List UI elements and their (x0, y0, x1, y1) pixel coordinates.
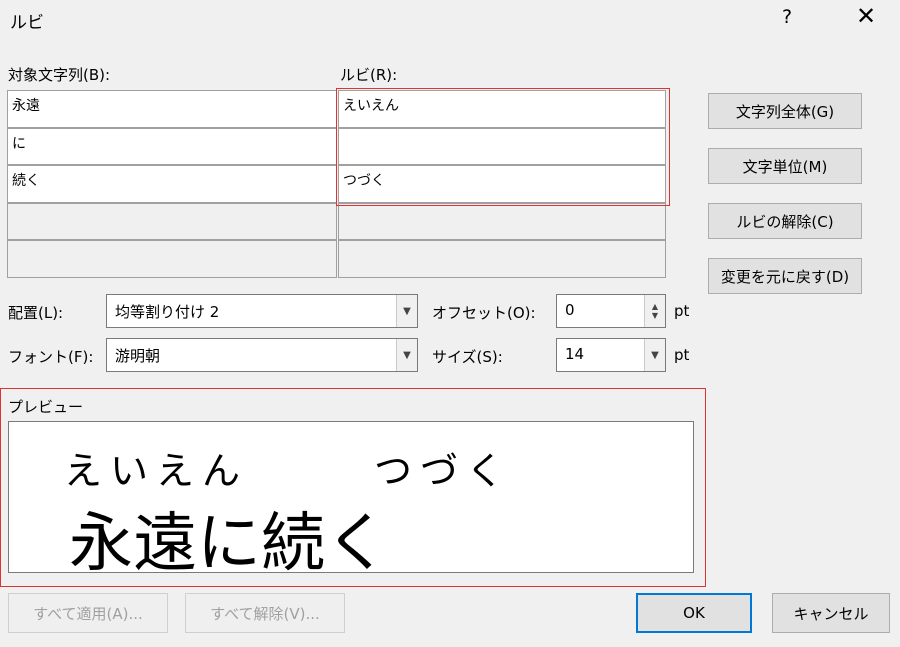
preview-pane: えいえん つづく 永遠に続く (8, 421, 694, 573)
target-header: 対象文字列(B): (8, 66, 111, 84)
alignment-select[interactable]: 均等割り付け 2 ▼ (106, 294, 418, 328)
chevron-down-icon[interactable]: ▼ (644, 339, 665, 371)
target-cell-5 (7, 240, 337, 278)
close-icon[interactable]: ✕ (856, 2, 876, 30)
character-unit-button[interactable]: 文字単位(M) (708, 148, 862, 184)
size-select[interactable]: 14 ▼ (556, 338, 666, 372)
font-select[interactable]: 游明朝 ▼ (106, 338, 418, 372)
ok-button[interactable]: OK (636, 593, 752, 633)
alignment-value: 均等割り付け 2 (115, 303, 220, 321)
font-value: 游明朝 (115, 347, 161, 365)
target-cell-3[interactable]: 続く (7, 165, 337, 203)
offset-value: 0 (565, 301, 575, 319)
target-cell-2[interactable]: に (7, 128, 337, 165)
preview-ruby-2: つづく (374, 449, 513, 493)
size-unit: pt (674, 346, 690, 364)
target-cell-4 (7, 203, 337, 240)
target-cell-1[interactable]: 永遠 (7, 90, 337, 128)
remove-ruby-button[interactable]: ルビの解除(C) (708, 203, 862, 239)
offset-input[interactable]: 0 ▲ ▼ (556, 294, 666, 328)
cancel-button[interactable]: キャンセル (772, 593, 890, 633)
spinner-icon[interactable]: ▲ ▼ (644, 295, 665, 327)
whole-string-button[interactable]: 文字列全体(G) (708, 93, 862, 129)
ruby-cell-5 (338, 240, 666, 278)
offset-unit: pt (674, 302, 690, 320)
undo-changes-button[interactable]: 変更を元に戻す(D) (708, 258, 862, 294)
preview-label: プレビュー (8, 398, 84, 416)
apply-all-button[interactable]: すべて適用(A)... (8, 593, 168, 633)
chevron-down-icon[interactable]: ▼ (396, 295, 417, 327)
size-value: 14 (565, 345, 585, 363)
preview-text: 永遠に続く (69, 507, 389, 573)
ruby-highlight-box (336, 88, 670, 206)
alignment-label: 配置(L): (8, 304, 64, 322)
ruby-header: ルビ(R): (340, 66, 398, 84)
size-label: サイズ(S): (432, 348, 503, 366)
chevron-down-icon[interactable]: ▼ (396, 339, 417, 371)
remove-all-button[interactable]: すべて解除(V)... (185, 593, 345, 633)
ruby-cell-4 (338, 203, 666, 240)
font-label: フォント(F): (8, 348, 94, 366)
dialog-title: ルビ (10, 13, 44, 33)
preview-ruby-1: えいえん (64, 449, 249, 493)
help-button[interactable]: ? (782, 6, 792, 28)
offset-label: オフセット(O): (432, 304, 536, 322)
